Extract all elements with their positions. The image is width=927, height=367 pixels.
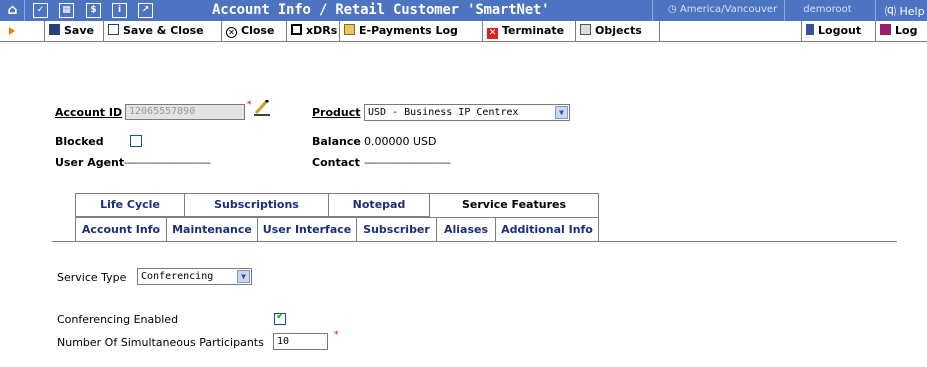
title-bar: ⌂ ✓ ▦ $ i ↗ Account Info / Retail Custom… (0, 0, 927, 21)
tab-subscriptions[interactable]: Subscriptions (184, 193, 329, 217)
participants-input[interactable]: 10 (273, 333, 328, 350)
tab-baseline (52, 241, 897, 242)
logout-button[interactable]: Logout (801, 21, 876, 41)
tab-account-info[interactable]: Account Info (75, 217, 167, 242)
tab-notepad[interactable]: Notepad (328, 193, 430, 217)
user-link[interactable]: demoroot (790, 4, 865, 15)
page-title: Account Info / Retail Customer 'SmartNet… (212, 2, 550, 18)
floppy-icon (49, 24, 60, 35)
chevron-down-icon: ▼ (555, 106, 568, 119)
home-icon[interactable]: ⌂ (5, 3, 20, 18)
required-mark: * (334, 330, 339, 340)
log-icon (880, 24, 891, 35)
edit-pencil-icon[interactable] (253, 98, 271, 116)
info-icon[interactable]: i (112, 3, 127, 18)
tab-life-cycle[interactable]: Life Cycle (75, 193, 185, 217)
timezone-link[interactable]: ◷ America/Vancouver (668, 4, 777, 15)
balance-value: 0.00000 USD (364, 135, 437, 148)
blocked-label: Blocked (55, 135, 104, 148)
product-label[interactable]: Product (312, 106, 361, 119)
tab-service-features[interactable]: Service Features (429, 193, 599, 217)
chart-icon[interactable]: ↗ (138, 3, 153, 18)
service-type-select[interactable]: Conferencing ▼ (137, 268, 252, 285)
participants-label: Number Of Simultaneous Participants (57, 336, 264, 349)
user-agent-label: User Agent (55, 156, 125, 169)
save-close-button[interactable]: Save & Close (104, 21, 222, 41)
help-link[interactable]: ⒬ Help (885, 3, 925, 19)
divider (875, 0, 876, 21)
xdrs-button[interactable]: xDRs (287, 21, 340, 41)
contact-label: Contact (312, 156, 360, 169)
product-select[interactable]: USD - Business IP Centrex ▼ (364, 104, 570, 121)
user-agent-value: ----------------------------- (124, 156, 211, 169)
close-button[interactable]: ✕ Close (222, 21, 287, 41)
close-circle-icon: ✕ (226, 27, 237, 38)
terminate-button[interactable]: ✕ Terminate (483, 21, 576, 41)
terminate-icon: ✕ (487, 28, 498, 39)
checklist-icon[interactable]: ✓ (33, 3, 48, 18)
tab-additional-info[interactable]: Additional Info (495, 217, 599, 242)
required-mark: * (247, 100, 252, 110)
conferencing-enabled-checkbox[interactable] (274, 311, 286, 325)
dollar-icon[interactable]: $ (86, 3, 101, 18)
toolbar: Save Save & Close ✕ Close xDRs E-Payments… (0, 21, 927, 42)
blocked-checkbox[interactable] (130, 135, 142, 147)
tab-user-interface[interactable]: User Interface (257, 217, 357, 242)
account-id-label: Account ID (55, 106, 123, 119)
play-arrow-icon (9, 27, 15, 35)
save-button[interactable]: Save (44, 21, 104, 41)
chevron-down-icon: ▼ (237, 270, 250, 283)
tab-subscriber[interactable]: Subscriber (356, 217, 437, 242)
epayments-log-button[interactable]: E-Payments Log (340, 21, 483, 41)
list-icon (291, 24, 302, 35)
log-button[interactable]: Log (876, 21, 927, 41)
objects-icon (580, 24, 591, 35)
tab-aliases[interactable]: Aliases (436, 217, 496, 242)
balance-label: Balance (312, 135, 361, 148)
payment-icon (344, 24, 355, 35)
service-type-label: Service Type (57, 271, 127, 284)
grid-icon[interactable]: ▦ (59, 3, 74, 18)
account-id-field[interactable]: 12065557890 (125, 104, 245, 120)
floppy-icon (108, 24, 119, 35)
divider (24, 0, 25, 21)
objects-button[interactable]: Objects (576, 21, 660, 41)
divider (784, 0, 785, 21)
logout-icon (806, 24, 814, 35)
tab-maintenance[interactable]: Maintenance (166, 217, 258, 242)
conferencing-enabled-label: Conferencing Enabled (57, 313, 179, 326)
contact-value: ----------------------------- (364, 156, 451, 169)
divider (652, 0, 653, 21)
